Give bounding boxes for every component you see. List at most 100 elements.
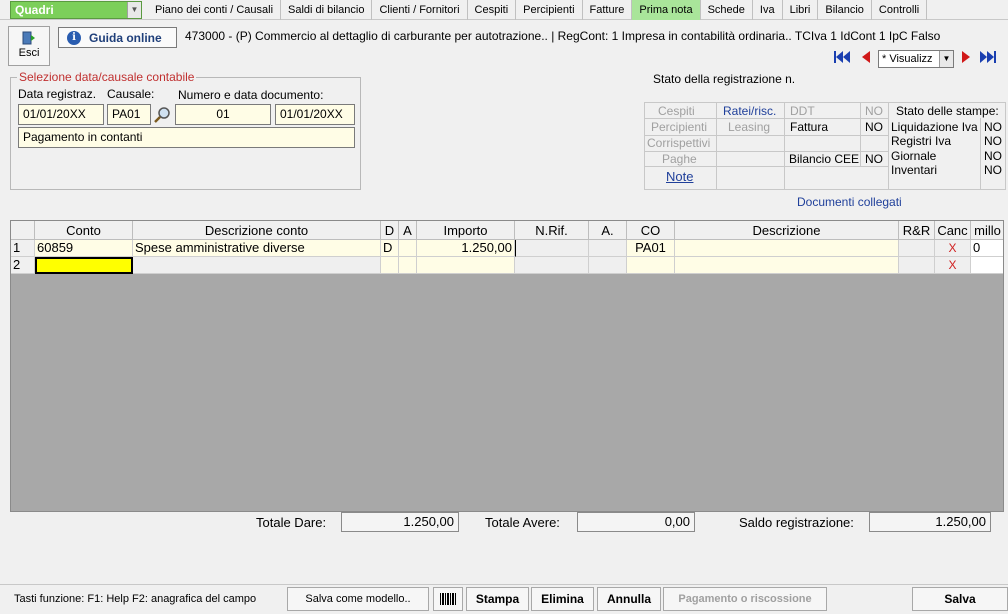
cell-a[interactable] — [399, 240, 417, 257]
note-link[interactable]: Note — [666, 169, 693, 184]
stato-paghe[interactable]: Paghe — [662, 152, 697, 166]
stato-fattura-value: NO — [865, 120, 883, 134]
annulla-button[interactable]: Annulla — [597, 587, 661, 611]
salva-button[interactable]: Salva — [912, 587, 1008, 611]
table-row: 2 X — [11, 257, 1003, 274]
cell-descrizione-conto[interactable]: Spese amministrative diverse — [133, 240, 381, 257]
elimina-button[interactable]: Elimina — [531, 587, 594, 611]
stato-corrispettivi[interactable]: Corrispettivi — [647, 136, 710, 150]
cell-conto-selected[interactable] — [35, 257, 133, 274]
cell-co[interactable] — [627, 257, 675, 274]
tasti-funzione-hint: Tasti funzione: F1: Help F2: anagrafica … — [14, 593, 257, 605]
data-registraz-field[interactable]: 01/01/20XX — [18, 104, 104, 125]
causale-field[interactable]: PA01 — [107, 104, 151, 125]
previous-record-icon[interactable] — [856, 50, 876, 68]
header-conto[interactable]: Conto — [35, 221, 133, 240]
stato-cespiti[interactable]: Cespiti — [658, 104, 695, 118]
stato-ddt: DDT — [790, 104, 815, 118]
cell-a2[interactable] — [589, 257, 627, 274]
cell-millo[interactable] — [971, 257, 1003, 274]
header-millo[interactable]: millo — [971, 221, 1003, 240]
cell-descrizione-conto[interactable] — [133, 257, 381, 274]
cell-importo[interactable]: 1.250,00 — [417, 240, 515, 257]
salva-modello-button[interactable]: Salva come modello.. — [287, 587, 429, 611]
cell-millo[interactable]: 0 — [971, 240, 1003, 257]
menu-bilancio[interactable]: Bilancio — [818, 0, 872, 20]
next-record-icon[interactable] — [956, 50, 976, 68]
quadri-dropdown[interactable]: Quadri ▼ — [10, 1, 142, 19]
menu-fatture[interactable]: Fatture — [583, 0, 633, 20]
menu-saldi-bilancio[interactable]: Saldi di bilancio — [281, 0, 373, 20]
cell-nrif[interactable] — [515, 257, 589, 274]
row-number: 2 — [11, 257, 35, 274]
menu-piano-conti[interactable]: Piano dei conti / Causali — [148, 0, 282, 20]
barcode-icon[interactable] — [433, 587, 463, 611]
header-rr[interactable]: R&R — [899, 221, 935, 240]
totale-avere-label: Totale Avere: — [485, 515, 560, 530]
menu-clienti-fornitori[interactable]: Clienti / Fornitori — [372, 0, 468, 20]
stampa-button[interactable]: Stampa — [466, 587, 529, 611]
header-canc[interactable]: Canc — [935, 221, 971, 240]
stampe-value: NO — [984, 149, 1002, 163]
stato-percipienti[interactable]: Percipienti — [651, 120, 707, 134]
header-descrizione-conto[interactable]: Descrizione conto — [133, 221, 381, 240]
cell-co[interactable]: PA01 — [627, 240, 675, 257]
cell-conto[interactable]: 60859 — [35, 240, 133, 257]
menu-prima-nota[interactable]: Prima nota — [632, 0, 701, 20]
chevron-down-icon[interactable]: ▼ — [939, 51, 953, 67]
cell-rr[interactable] — [899, 257, 935, 274]
chevron-down-icon[interactable]: ▼ — [127, 2, 141, 18]
search-icon[interactable] — [153, 106, 171, 127]
documenti-collegati-link[interactable]: Documenti collegati — [797, 195, 902, 209]
selezione-fieldset: Selezione data/causale contabile Data re… — [10, 70, 361, 190]
header-a[interactable]: A — [399, 221, 417, 240]
stato-bilancio-cee: Bilancio CEE — [789, 152, 860, 166]
cell-nrif[interactable] — [515, 240, 589, 257]
cell-importo[interactable] — [417, 257, 515, 274]
stampe-label: Liquidazione Iva — [891, 120, 978, 134]
cell-rr[interactable] — [899, 240, 935, 257]
descrizione-causale-field[interactable]: Pagamento in contanti — [18, 127, 355, 148]
last-record-icon[interactable] — [978, 50, 998, 68]
header-a2[interactable]: A. — [589, 221, 627, 240]
cell-descrizione[interactable] — [675, 240, 899, 257]
visualizza-select[interactable]: * Visualizz ▼ — [878, 50, 954, 68]
header-co[interactable]: CO — [627, 221, 675, 240]
cell-a[interactable] — [399, 257, 417, 274]
stato-ratei[interactable]: Ratei/risc. — [723, 104, 776, 118]
header-d[interactable]: D — [381, 221, 399, 240]
first-record-icon[interactable] — [832, 50, 852, 68]
header-rownum — [11, 221, 35, 240]
totale-dare-value: 1.250,00 — [341, 512, 459, 532]
saldo-registrazione-value: 1.250,00 — [869, 512, 991, 532]
esci-button[interactable]: Esci — [8, 26, 50, 66]
delete-row-button[interactable]: X — [935, 240, 971, 257]
delete-row-button[interactable]: X — [935, 257, 971, 274]
prima-nota-grid: Conto Descrizione conto D A Importo N.Ri… — [10, 220, 1004, 512]
stato-leasing[interactable]: Leasing — [728, 120, 770, 134]
guida-online-button[interactable]: i Guida online — [58, 27, 177, 48]
menu-cespiti[interactable]: Cespiti — [468, 0, 517, 20]
menu-schede[interactable]: Schede — [701, 0, 753, 20]
cell-a2[interactable] — [589, 240, 627, 257]
cell-d[interactable] — [381, 257, 399, 274]
visualizza-value: * Visualizz — [882, 53, 933, 65]
header-descrizione[interactable]: Descrizione — [675, 221, 899, 240]
stato-stampe-title: Stato delle stampe: — [896, 104, 999, 118]
cell-descrizione[interactable] — [675, 257, 899, 274]
menu-iva[interactable]: Iva — [753, 0, 783, 20]
pagamento-riscossione-button[interactable]: Pagamento o riscossione — [663, 587, 827, 611]
main-menu: Piano dei conti / Causali Saldi di bilan… — [148, 0, 928, 20]
menu-libri[interactable]: Libri — [783, 0, 819, 20]
header-importo[interactable]: Importo — [417, 221, 515, 240]
menu-controlli[interactable]: Controlli — [872, 0, 928, 20]
exit-icon — [22, 31, 35, 45]
stampe-label: Giornale — [891, 149, 937, 163]
data-documento-field[interactable]: 01/01/20XX — [275, 104, 355, 125]
numero-documento-field[interactable]: 01 — [175, 104, 271, 125]
stato-ddt-value: NO — [865, 104, 883, 118]
stato-registrazione-title: Stato della registrazione n. — [653, 72, 796, 86]
menu-percipienti[interactable]: Percipienti — [516, 0, 583, 20]
header-nrif[interactable]: N.Rif. — [515, 221, 589, 240]
cell-d[interactable]: D — [381, 240, 399, 257]
